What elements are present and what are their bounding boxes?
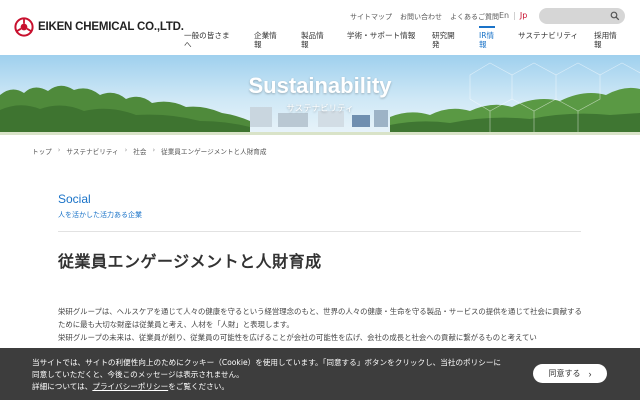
nav-products[interactable]: 製品情報 [301,31,324,49]
cookie-line: 詳細については、プライバシーポリシーをご覧ください。 [32,382,229,391]
site-header: EIKEN CHEMICAL CO.,LTD. サイトマップ お問い合わせ よく… [0,0,640,55]
search-icon[interactable] [610,11,620,21]
hero-title: Sustainability [248,73,392,98]
nav-careers[interactable]: 採用情報 [594,31,617,49]
breadcrumb-separator: › [124,146,128,154]
cookie-agree-button[interactable]: 同意する › [533,364,607,383]
body-paragraph: 栄研グループの未来は、従業員が創り、従業員の可能性を広げることが会社の可能性を広… [58,333,537,342]
search-input[interactable] [539,8,625,24]
cookie-banner: 当サイトでは、サイトの利便性向上のためにクッキー（Cookie）を使用しています… [0,348,640,400]
hero-banner: Sustainability サステナビリティ [0,55,640,135]
breadcrumb: トップ › サステナビリティ › 社会 › 従業員エンゲージメントと人財育成 [32,146,267,156]
utility-nav: サイトマップ お問い合わせ よくあるご質問 [350,12,507,22]
nav-research[interactable]: 研究開発 [432,31,455,49]
lang-en[interactable]: En [499,11,509,20]
body-paragraph: 栄研グループは、ヘルスケアを通じて人々の健康を守るという経営理念のもと、世界の人… [58,307,582,329]
privacy-policy-link[interactable]: プライバシーポリシー [92,382,168,391]
breadcrumb-home[interactable]: トップ [32,146,52,156]
breadcrumb-social[interactable]: 社会 [133,146,146,156]
faq-link[interactable]: よくあるご質問 [450,12,499,22]
nav-sustainability[interactable]: サステナビリティ [518,31,578,40]
lang-jp[interactable]: Jp [520,11,527,20]
language-switcher: En | Jp [499,11,527,20]
nav-ir[interactable]: IR情報 [479,26,496,49]
lang-separator: | [513,11,516,20]
divider [58,231,581,232]
breadcrumb-sustainability[interactable]: サステナビリティ [66,146,118,156]
nav-corporate[interactable]: 企業情報 [254,31,277,49]
global-nav: 一般の皆さまへ 企業情報 製品情報 学術・サポート情報 研究開発 IR情報 サス… [0,26,640,53]
breadcrumb-separator: › [57,146,61,154]
sitemap-link[interactable]: サイトマップ [350,12,392,22]
contact-link[interactable]: お問い合わせ [400,12,442,22]
nav-academic-support[interactable]: 学術・サポート情報 [347,31,415,40]
chevron-right-icon: › [588,368,592,379]
cookie-line: 同意していただくと、今後このメッセージは表示されません。 [32,370,244,379]
cookie-line: 当サイトでは、サイトの利便性向上のためにクッキー（Cookie）を使用しています… [32,358,502,367]
hero-subtitle: サステナビリティ [286,104,354,114]
section-category-subtitle: 人を活かした活力ある企業 [58,211,142,219]
breadcrumb-separator: › [152,146,156,154]
page-title: 従業員エンゲージメントと人財育成 [58,252,322,271]
body-text: 栄研グループは、ヘルスケアを通じて人々の健康を守るという経営理念のもと、世界の人… [58,305,583,344]
section-category: Social [58,192,91,206]
nav-general-public[interactable]: 一般の皆さまへ [184,31,230,49]
cookie-message: 当サイトでは、サイトの利便性向上のためにクッキー（Cookie）を使用しています… [32,357,532,393]
cookie-agree-label: 同意する [548,369,581,378]
breadcrumb-current: 従業員エンゲージメントと人財育成 [161,148,267,156]
